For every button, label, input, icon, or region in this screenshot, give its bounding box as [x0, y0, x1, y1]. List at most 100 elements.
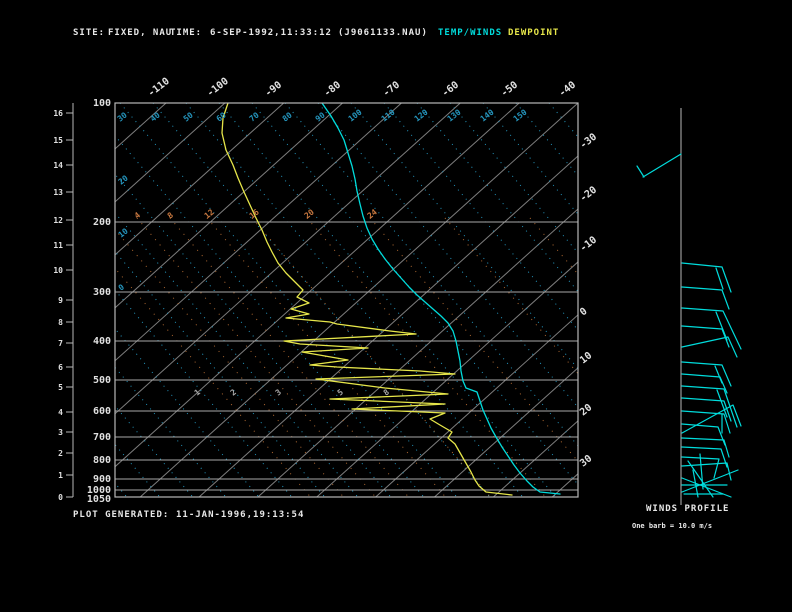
- adiabat-top-label: 80: [281, 110, 294, 123]
- isotherm-line: [115, 103, 520, 468]
- height-label: 8: [58, 318, 63, 327]
- adiabat-line: [115, 443, 161, 497]
- height-label: 11: [53, 241, 63, 250]
- wind-barb: [715, 267, 724, 290]
- winds-profile: [636, 108, 742, 505]
- top-temp-label: -110: [146, 76, 172, 100]
- height-label: 5: [58, 383, 63, 392]
- plot-frame: [114, 102, 579, 498]
- top-temp-label: -60: [440, 80, 461, 100]
- adiabat-line: [152, 103, 491, 497]
- wind-barb: [681, 325, 730, 348]
- pressure-label: 100: [93, 98, 111, 109]
- adiabat-top-label: 50: [182, 110, 195, 123]
- isotherm-line: [115, 103, 285, 256]
- height-label: 3: [58, 428, 63, 437]
- adiabat-line: [416, 103, 578, 292]
- wind-barb: [681, 462, 732, 481]
- isotherm-line: [257, 208, 578, 497]
- pressure-label: 500: [93, 375, 111, 386]
- wind-barb: [681, 404, 742, 434]
- isotherm-line: [115, 103, 344, 309]
- adiabat-line: [578, 98, 582, 103]
- pressure-lines: [115, 221, 578, 491]
- height-axis: 012345678910111213141516: [53, 103, 74, 502]
- moist-label: 20: [303, 207, 316, 220]
- right-temp-label: 0: [578, 306, 590, 318]
- adiabat-top-label: 150: [512, 107, 529, 123]
- pressure-label: 600: [93, 406, 111, 417]
- height-label: 10: [53, 266, 63, 275]
- adiabat-line: [115, 212, 359, 497]
- adiabat-left-label: 0: [117, 282, 126, 292]
- wind-barb: [642, 153, 682, 178]
- wind-barb: [681, 385, 738, 428]
- right-temp-label: -30: [578, 132, 599, 152]
- height-label: 12: [53, 216, 63, 225]
- adiabat-top-label: 90: [314, 110, 327, 123]
- isotherm-line: [115, 103, 167, 150]
- adiabat-line: [115, 250, 326, 497]
- isotherm-line: [198, 155, 578, 497]
- adiabat-line: [115, 328, 260, 497]
- moist-line: [206, 217, 447, 497]
- top-temp-label: -90: [263, 80, 284, 100]
- adiabat-line: [115, 289, 293, 497]
- mixing-ratio-label: 5: [336, 387, 345, 397]
- height-label: 0: [58, 493, 63, 502]
- pressure-label: 1050: [87, 494, 111, 505]
- isotherm-line: [115, 527, 578, 612]
- height-label: 6: [58, 363, 63, 372]
- adiabat-left-label: 10: [117, 226, 130, 239]
- moist-label: 8: [166, 210, 175, 220]
- height-label: 1: [58, 471, 63, 480]
- adiabat-line: [350, 103, 578, 369]
- moist-line: [444, 217, 578, 374]
- adiabat-line: [317, 103, 578, 408]
- top-temp-label: -40: [557, 80, 578, 100]
- adiabat-top-label: 60: [215, 110, 228, 123]
- skewt-chart: 30 40 50 60 70 80 90 100 110 120 130 140 150201004 8 1…: [53, 76, 742, 612]
- right-temp-label: -10: [578, 235, 599, 255]
- adiabat-line: [115, 366, 227, 497]
- right-temp-label: 30: [578, 453, 594, 469]
- pressure-label: 200: [93, 217, 111, 228]
- wind-barb: [681, 423, 726, 446]
- moist-line: [115, 228, 345, 497]
- adiabat-top-label: 140: [479, 107, 496, 123]
- height-label: 14: [53, 161, 63, 170]
- adiabat-line: [548, 103, 578, 138]
- pressure-label: 800: [93, 455, 111, 466]
- mixing-ratio-label: 3: [274, 387, 283, 397]
- right-temp-label: -20: [578, 185, 599, 205]
- wind-barb: [681, 286, 730, 310]
- top-temp-label: -70: [381, 80, 402, 100]
- adiabat-line: [115, 482, 128, 497]
- wind-barb: [636, 165, 645, 178]
- isotherm-line: [115, 103, 462, 415]
- isotherm-line: [115, 103, 403, 362]
- plot-area: [115, 98, 582, 612]
- wind-barb: [681, 373, 728, 394]
- adiabat-top-label: 100: [347, 107, 364, 123]
- height-label: 4: [58, 408, 63, 417]
- right-temp-label: 10: [578, 350, 594, 366]
- height-label: 13: [53, 188, 63, 197]
- moist-label: 24: [366, 207, 379, 220]
- right-temp-label: 20: [578, 402, 594, 418]
- adiabat-lines: [115, 98, 582, 497]
- adiabat-top-label: 120: [413, 107, 430, 123]
- temperature-trace: [321, 103, 561, 495]
- adiabat-top-label: 70: [248, 110, 261, 123]
- isotherm-line: [492, 420, 578, 497]
- pressure-label: 700: [93, 432, 111, 443]
- moist-line: [306, 217, 547, 497]
- moist-label: 4: [133, 210, 142, 220]
- height-label: 16: [53, 109, 63, 118]
- pressure-label: 900: [93, 474, 111, 485]
- adiabat-line: [119, 103, 458, 497]
- moist-label: 16: [248, 207, 261, 220]
- height-label: 15: [53, 136, 63, 145]
- top-temp-label: -100: [205, 76, 231, 100]
- height-label: 9: [58, 296, 63, 305]
